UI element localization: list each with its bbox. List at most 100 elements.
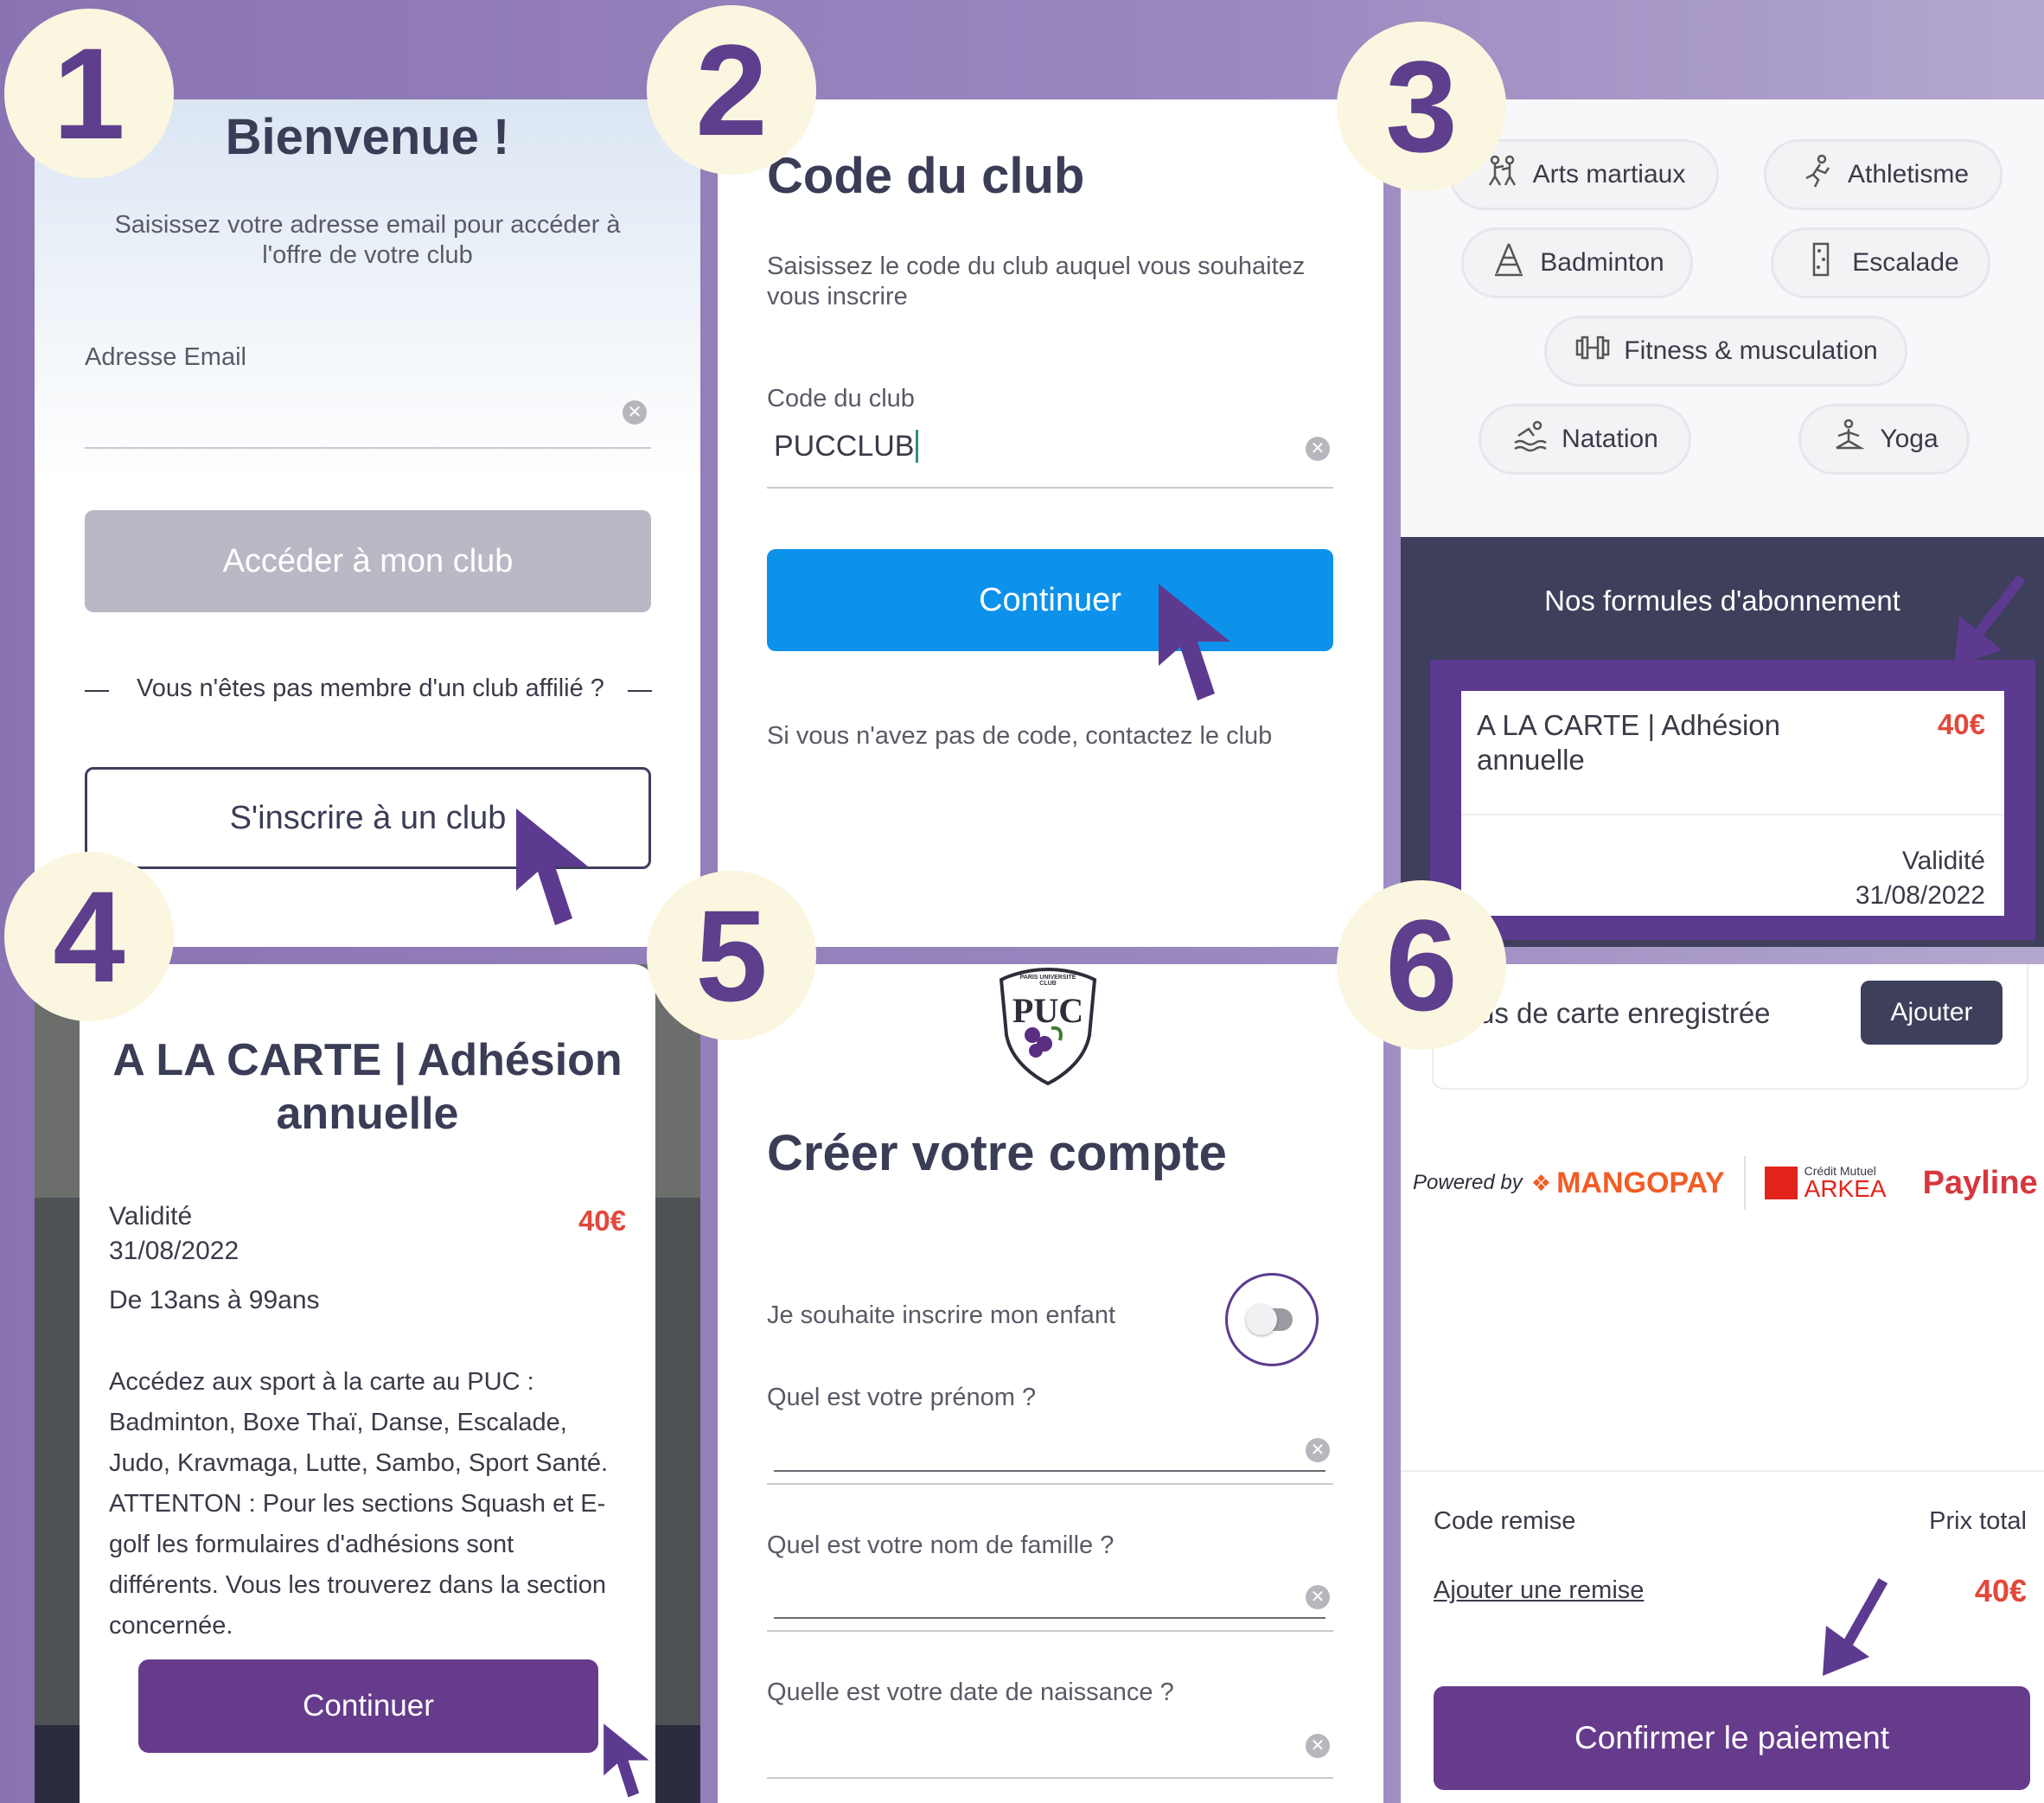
panel-club-code: Code du club Saisissez le code du club a… xyxy=(718,99,1383,947)
divider-left xyxy=(85,690,109,692)
formula-detail-description: Accédez aux sport à la carte au PUC : Ba… xyxy=(109,1368,609,1640)
formula-detail-title: A LA CARTE | Adhésion annuelle xyxy=(112,1035,623,1139)
clear-email-icon[interactable]: ✕ xyxy=(623,400,647,425)
continue-button[interactable]: Continuer xyxy=(767,549,1333,651)
sport-label: Fitness & musculation xyxy=(1624,336,1878,365)
runner-icon xyxy=(1798,152,1836,197)
sport-pill-athletisme[interactable]: Athletisme xyxy=(1764,139,2002,210)
yoga-icon xyxy=(1830,417,1868,462)
club-code-input[interactable]: PUCCLUB xyxy=(767,425,1251,468)
arrow-down-left-icon xyxy=(1954,574,2026,666)
panel-formula-detail: A LA CARTE | Adhésion annuelle Validité … xyxy=(35,964,700,1803)
dumbbell-icon xyxy=(1574,329,1612,374)
confirm-payment-button[interactable]: Confirmer le paiement xyxy=(1434,1686,2030,1790)
formula-card[interactable]: A LA CARTE | Adhésion annuelle 40€ Valid… xyxy=(1461,691,2004,916)
not-member-text: Vous n'êtes pas membre d'un club affilié… xyxy=(137,675,604,702)
email-label: Adresse Email xyxy=(85,343,246,371)
birthdate-label: Quelle est votre date de naissance ? xyxy=(767,1678,1174,1706)
swimming-icon xyxy=(1511,417,1549,462)
lastname-input[interactable] xyxy=(774,1570,1296,1606)
arkea-logo: Crédit Mutuel ARKEA xyxy=(1804,1165,1887,1201)
firstname-input[interactable] xyxy=(774,1423,1296,1459)
birthdate-underline xyxy=(767,1777,1333,1779)
clear-code-icon[interactable]: ✕ xyxy=(1306,437,1330,461)
sport-label: Escalade xyxy=(1852,248,1959,277)
step-badge-6: 6 xyxy=(1337,880,1506,1050)
badminton-icon xyxy=(1490,240,1528,285)
text-caret xyxy=(916,430,919,463)
lastname-underline-outer xyxy=(767,1630,1333,1632)
sport-pill-badminton[interactable]: Badminton xyxy=(1461,227,1693,298)
clear-birthdate-icon[interactable]: ✕ xyxy=(1306,1734,1330,1758)
climbing-icon xyxy=(1802,240,1840,285)
no-code-text: Si vous n'avez pas de code, contactez le… xyxy=(767,722,1273,750)
payment-providers: Powered by ❖ MANGOPAY Crédit Mutuel ARKE… xyxy=(1413,1153,2044,1213)
firstname-label: Quel est votre prénom ? xyxy=(767,1384,1037,1411)
formula-continue-button[interactable]: Continuer xyxy=(138,1659,598,1753)
formula-card-price: 40€ xyxy=(1937,708,1985,740)
pointer-cursor-icon xyxy=(604,1723,649,1798)
email-underline xyxy=(85,447,651,449)
firstname-underline-outer xyxy=(767,1483,1333,1485)
access-club-button[interactable]: Accéder à mon club xyxy=(85,510,651,612)
sport-pill-yoga[interactable]: Yoga xyxy=(1798,404,1970,475)
club-code-title: Code du club xyxy=(767,148,1085,204)
club-logo: PARIS UNIVERSITÉ CLUB PUC xyxy=(994,966,1102,1087)
create-account-title: Créer votre compte xyxy=(767,1125,1227,1181)
panel-sports-formulas: Arts martiaux Athletisme Badminton Escal… xyxy=(1401,99,2044,947)
firstname-underline xyxy=(774,1470,1325,1472)
welcome-subtitle: Saisissez votre adresse email pour accéd… xyxy=(114,211,621,269)
panel-payment: us de carte enregistrée Ajouter Powered … xyxy=(1401,964,2044,1803)
add-card-button[interactable]: Ajouter xyxy=(1861,981,2002,1045)
club-code-value: PUCCLUB xyxy=(774,429,915,463)
arrow-down-left-icon xyxy=(1823,1578,1888,1676)
sport-label: Yoga xyxy=(1880,425,1939,453)
sport-pill-fitness[interactable]: Fitness & musculation xyxy=(1544,316,1907,387)
martial-arts-icon xyxy=(1483,152,1521,197)
total-label: Prix total xyxy=(1929,1507,2027,1535)
lastname-label: Quel est votre nom de famille ? xyxy=(767,1531,1115,1559)
sport-pill-natation[interactable]: Natation xyxy=(1479,404,1691,475)
club-code-label: Code du club xyxy=(767,385,915,412)
formula-validity-date: 31/08/2022 xyxy=(1855,881,1985,910)
step-badge-3: 3 xyxy=(1337,22,1506,191)
discount-label: Code remise xyxy=(1434,1507,1576,1535)
step-badge-2: 2 xyxy=(647,5,816,175)
divider-right xyxy=(628,690,652,692)
formula-detail-price: 40€ xyxy=(578,1205,626,1237)
lastname-underline xyxy=(774,1617,1325,1619)
powered-by-text: Powered by xyxy=(1413,1171,1523,1194)
formula-validity-label: Validité xyxy=(1901,847,1985,875)
provider-divider xyxy=(1743,1156,1746,1210)
pointer-cursor-icon xyxy=(1159,584,1230,700)
sport-label: Badminton xyxy=(1540,248,1664,277)
arkea-text: ARKEA xyxy=(1804,1175,1887,1202)
club-logo-ring-text: PARIS UNIVERSITÉ CLUB xyxy=(1019,975,1076,987)
no-saved-card-text: us de carte enregistrée xyxy=(1479,997,1771,1029)
step-badge-4: 4 xyxy=(4,852,174,1021)
clear-firstname-icon[interactable]: ✕ xyxy=(1306,1438,1330,1462)
sport-pill-escalade[interactable]: Escalade xyxy=(1771,227,1990,298)
formula-card-name: A LA CARTE | Adhésion annuelle xyxy=(1477,709,1781,776)
formula-detail-age: De 13ans à 99ans xyxy=(109,1286,320,1314)
add-discount-link[interactable]: Ajouter une remise xyxy=(1434,1576,1644,1605)
arkea-icon xyxy=(1764,1167,1798,1199)
pointer-cursor-icon xyxy=(516,809,588,925)
sport-label: Athletisme xyxy=(1847,160,1970,189)
mangopay-icon: ❖ xyxy=(1530,1169,1552,1196)
step-badge-1: 1 xyxy=(4,9,174,178)
birthdate-input[interactable] xyxy=(774,1717,1296,1753)
email-input[interactable] xyxy=(85,385,607,421)
child-toggle-knob xyxy=(1246,1304,1277,1335)
panel-create-account: PARIS UNIVERSITÉ CLUB PUC Créer votre co… xyxy=(718,964,1383,1803)
child-toggle[interactable] xyxy=(1246,1304,1293,1335)
club-code-underline xyxy=(767,487,1333,489)
step-badge-5: 5 xyxy=(647,871,816,1040)
summary-divider xyxy=(1401,1470,2044,1472)
sport-label: Arts martiaux xyxy=(1532,160,1686,189)
clear-lastname-icon[interactable]: ✕ xyxy=(1306,1585,1330,1609)
mangopay-logo: MANGOPAY xyxy=(1556,1166,1725,1199)
sport-label: Natation xyxy=(1562,425,1658,453)
club-code-subtitle: Saisissez le code du club auquel vous so… xyxy=(767,253,1306,310)
club-logo-text: PUC xyxy=(1012,991,1084,1030)
